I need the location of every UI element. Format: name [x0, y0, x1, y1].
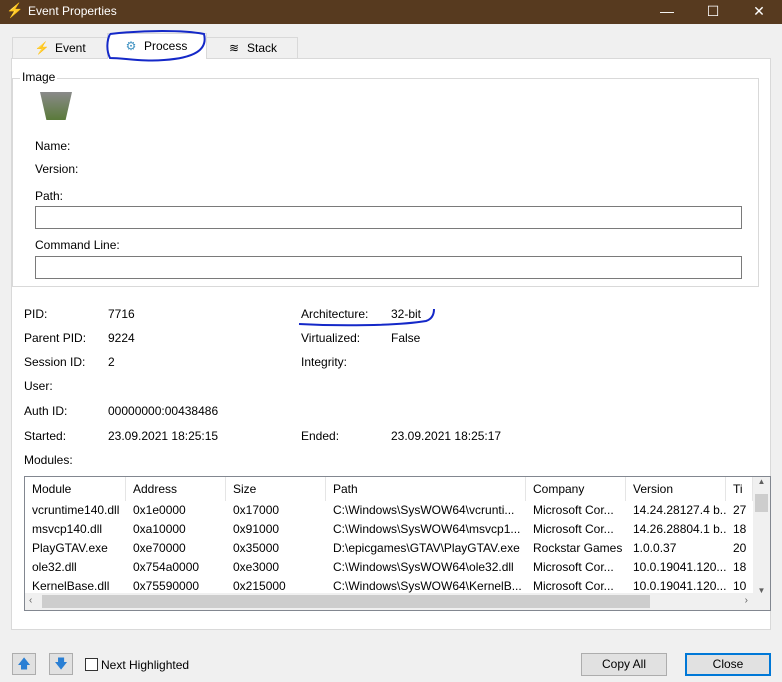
copy-all-button[interactable]: Copy All [581, 653, 667, 676]
minimize-button[interactable]: — [644, 0, 690, 24]
path-label: Path: [35, 189, 64, 203]
maximize-button[interactable]: ☐ [690, 0, 736, 24]
parent-pid-label: Parent PID: [24, 331, 87, 345]
pid-label: PID: [24, 307, 48, 321]
table-cell: Microsoft Cor... [533, 560, 614, 574]
annotation-underline [298, 308, 435, 327]
table-cell: 1.0.0.37 [633, 541, 677, 555]
table-cell: 18 [733, 560, 747, 574]
table-cell: 0x35000 [233, 541, 280, 555]
table-cell: Rockstar Games [533, 541, 623, 555]
next-button[interactable]: 🡇 [49, 653, 73, 675]
table-cell: 0x17000 [233, 503, 280, 517]
version-label: Version: [35, 162, 79, 176]
previous-button[interactable]: 🡅 [12, 653, 36, 675]
table-cell: Microsoft Cor... [533, 503, 614, 517]
column-header[interactable]: Address [126, 477, 226, 501]
tab-event[interactable]: ⚡ Event [12, 37, 108, 58]
ended-value: 23.09.2021 18:25:17 [391, 429, 502, 443]
vertical-scrollbar[interactable]: ▲ ▼ [753, 477, 770, 595]
title-bar: ⚡ Event Properties — ☐ ✕ [0, 0, 782, 24]
table-cell: Microsoft Cor... [533, 522, 614, 536]
path-field[interactable] [35, 206, 742, 229]
tab-stack[interactable]: ≋ Stack [206, 37, 298, 58]
table-cell: 14.26.28804.1 b... [633, 522, 726, 536]
column-header[interactable]: Path [326, 477, 526, 501]
table-header: Module Address Size Path Company Version… [25, 477, 753, 501]
virtualized-value: False [391, 331, 421, 345]
virtualized-label: Virtualized: [301, 331, 361, 345]
window-title: Event Properties [28, 4, 117, 18]
parent-pid-value: 9224 [108, 331, 135, 345]
table-cell: 0x754a0000 [133, 560, 200, 574]
command-line-field[interactable] [35, 256, 742, 279]
table-cell: 0xa10000 [133, 522, 186, 536]
table-row[interactable]: ole32.dll 0x754a0000 0xe3000 C:\Windows\Sys… [25, 558, 753, 577]
column-header[interactable]: Version [626, 477, 726, 501]
column-header[interactable]: Size [226, 477, 326, 501]
table-cell: 14.24.28127.4 b... [633, 503, 726, 517]
column-header[interactable]: Company [526, 477, 626, 501]
table-cell: C:\Windows\SysWOW64\msvcp1... [333, 522, 521, 536]
image-group-label: Image [20, 70, 58, 84]
started-label: Started: [24, 429, 67, 443]
user-label: User: [24, 379, 53, 393]
auth-id-value: 00000000:00438486 [108, 404, 219, 418]
scroll-thumb[interactable] [755, 494, 768, 512]
table-cell: 0xe70000 [133, 541, 186, 555]
stack-icon: ≋ [228, 41, 240, 55]
table-cell: vcruntime140.dll [32, 503, 120, 517]
auth-id-label: Auth ID: [24, 404, 68, 418]
integrity-label: Integrity: [301, 355, 348, 369]
ended-label: Ended: [301, 429, 340, 443]
table-cell: 0xe3000 [233, 560, 280, 574]
table-cell: PlayGTAV.exe [32, 541, 108, 555]
session-id-label: Session ID: [24, 355, 86, 369]
table-cell: D:\epicgames\GTAV\PlayGTAV.exe [333, 541, 520, 555]
annotation-circle [106, 30, 206, 62]
column-header[interactable]: Module [25, 477, 126, 501]
name-label: Name: [35, 139, 71, 153]
table-cell: msvcp140.dll [32, 522, 103, 536]
pid-value: 7716 [108, 307, 135, 321]
scroll-thumb[interactable] [42, 595, 650, 608]
tab-label: Stack [247, 41, 278, 55]
close-window-button[interactable]: ✕ [736, 0, 782, 24]
command-line-label: Command Line: [35, 238, 120, 252]
table-row[interactable]: msvcp140.dll 0xa10000 0x91000 C:\Windows\Sy… [25, 520, 753, 539]
session-id-value: 2 [108, 355, 115, 369]
column-header[interactable]: Ti [726, 477, 753, 501]
table-row[interactable]: vcruntime140.dll 0x1e0000 0x17000 C:\Window… [25, 501, 753, 520]
table-cell: 27 [733, 503, 747, 517]
lightning-icon: ⚡ [6, 2, 24, 18]
modules-label: Modules: [24, 453, 73, 467]
table-cell: ole32.dll [32, 560, 77, 574]
table-cell: C:\Windows\SysWOW64\ole32.dll [333, 560, 514, 574]
lightning-icon: ⚡ [34, 41, 50, 55]
table-cell: 0x1e0000 [133, 503, 186, 517]
table-cell: 18 [733, 522, 747, 536]
horizontal-scrollbar[interactable]: ‹ › [25, 593, 770, 610]
table-cell: 10.0.19041.120... [633, 560, 726, 574]
table-cell: 0x91000 [233, 522, 280, 536]
modules-table[interactable]: Module Address Size Path Company Version… [24, 476, 771, 611]
next-highlighted-label[interactable]: Next Highlighted [101, 658, 189, 672]
next-highlighted-checkbox[interactable] [85, 658, 98, 671]
table-row[interactable]: PlayGTAV.exe 0xe70000 0x35000 D:\epicgames\… [25, 539, 753, 558]
tab-label: Event [55, 41, 86, 55]
table-cell: C:\Windows\SysWOW64\vcrunti... [333, 503, 515, 517]
table-cell: 20 [733, 541, 747, 555]
started-value: 23.09.2021 18:25:15 [108, 429, 219, 443]
close-button[interactable]: Close [685, 653, 771, 676]
